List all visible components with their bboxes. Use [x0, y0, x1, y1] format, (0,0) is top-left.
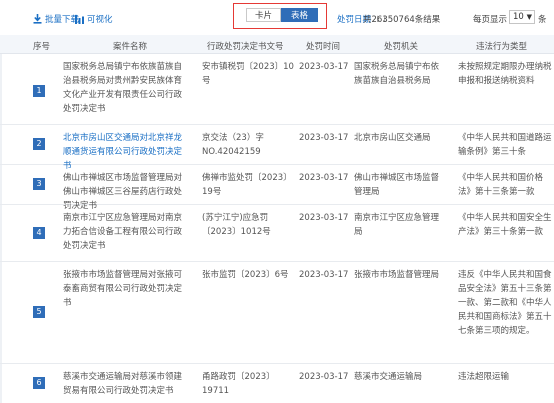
document-number: 佛禅市监处罚〔2023〕19号 [202, 173, 292, 197]
penalty-date: 2023-03-17 [299, 133, 349, 143]
violation-type: 《中华人民共和国安全生产法》第三十条第一款 [458, 213, 552, 237]
violation-type: 《中华人民共和国道路运输条例》第三十条 [458, 133, 552, 157]
row-number: 5 [33, 306, 45, 318]
batch-download-label: 批量下载 [45, 15, 80, 25]
per-page-select[interactable]: 10 ▼ [509, 10, 535, 24]
per-page-unit: 条 [538, 15, 547, 25]
table-row[interactable]: 2 北京市房山区交通局对北京祥龙顺通货运有限公司行政处罚决定书 京交法（23）字… [0, 125, 554, 171]
header-type: 违法行为类型 [476, 42, 528, 52]
header-title: 案件名称 [113, 42, 148, 52]
table-row[interactable]: 3 佛山市禅城区市场监督管理局对佛山市禅城区三谷屋药店行政处罚决定书 佛禅市监处… [0, 165, 554, 211]
bar-chart-icon [75, 14, 84, 24]
penalty-authority: 国家税务总局镇宁布依族苗族自治县税务局 [354, 62, 440, 86]
document-number: 张市监罚〔2023〕6号 [202, 270, 289, 280]
batch-download-button[interactable]: 批量下载 [33, 13, 79, 25]
case-title[interactable]: 张掖市市场监督管理局对张掖可泰畜商贸有限公司行政处罚决定书 [63, 268, 190, 310]
card-view-button[interactable]: 卡片 [246, 8, 281, 22]
row-number: 2 [33, 138, 45, 150]
penalty-date: 2023-03-17 [299, 62, 349, 72]
penalty-authority: 北京市房山区交通局 [354, 133, 431, 143]
penalty-authority: 南京市江宁区应急管理局 [354, 213, 440, 237]
table-header: 序号 案件名称 行政处罚决定书文号 处罚时间 处罚机关 违法行为类型 [0, 35, 554, 54]
violation-type: 未按照规定期限办理纳税申报和报送纳税资料 [458, 62, 552, 86]
table-row[interactable]: 5 张掖市市场监督管理局对张掖可泰畜商贸有限公司行政处罚决定书 张市监罚〔202… [0, 262, 554, 364]
header-doc: 行政处罚决定书文号 [207, 42, 284, 52]
penalty-authority: 佛山市禅城区市场监督管理局 [354, 173, 440, 197]
header-num: 序号 [33, 42, 51, 52]
row-number: 4 [33, 227, 45, 239]
header-org: 处罚机关 [384, 42, 419, 52]
penalty-date: 2023-03-17 [299, 372, 349, 382]
penalty-date: 2023-03-17 [299, 270, 349, 280]
table-row[interactable]: 6 慈溪市交通运输局对慈溪市领建贸易有限公司行政处罚决定书 甬路政罚〔2023〕… [0, 364, 554, 403]
toolbar: 批量下载 可视化 卡片 表格 处罚日期 ⇂⇃ 共26350764条结果 每页显示 … [0, 0, 554, 34]
per-page-value: 10 [513, 12, 524, 22]
violation-type: 《中华人民共和国价格法》第十三条第一款 [458, 173, 544, 197]
table-view-button[interactable]: 表格 [281, 8, 318, 22]
visualize-button[interactable]: 可视化 [75, 13, 113, 25]
table-row[interactable]: 4 南京市江宁区应急管理局对南京力拓合信设备工程有限公司行政处罚决定书 (苏宁江… [0, 205, 554, 262]
penalty-date: 2023-03-17 [299, 213, 349, 223]
download-icon [33, 14, 42, 24]
violation-type: 违反《中华人民共和国食品安全法》第五十三条第一款、第二款和《中华人民共和国商标法… [458, 270, 552, 336]
row-number: 6 [33, 377, 45, 389]
chevron-down-icon: ▼ [526, 13, 532, 21]
row-number: 1 [33, 85, 45, 97]
document-number: 安市镇税罚〔2023〕10号 [202, 62, 294, 86]
document-number: 京交法（23）字NO.42042159 [202, 133, 264, 157]
header-date: 处罚时间 [306, 42, 341, 52]
penalty-authority: 张掖市市场监督管理局 [354, 270, 440, 280]
document-number: 甬路政罚〔2023〕19711 [202, 372, 275, 396]
document-number: (苏宁江宁)应急罚〔2023〕1012号 [202, 213, 271, 237]
case-title[interactable]: 南京市江宁区应急管理局对南京力拓合信设备工程有限公司行政处罚决定书 [63, 211, 190, 253]
per-page-label: 每页显示 [473, 15, 508, 25]
row-number: 3 [33, 178, 45, 190]
case-title[interactable]: 慈溪市交通运输局对慈溪市领建贸易有限公司行政处罚决定书 [63, 370, 190, 398]
table-row[interactable]: 1 国家税务总局镇宁布依族苗族自治县税务局对贵州黔安民族体育文化产业开发有限责任… [0, 54, 554, 125]
case-title[interactable]: 国家税务总局镇宁布依族苗族自治县税务局对贵州黔安民族体育文化产业开发有限责任公司… [63, 60, 190, 116]
visualize-label: 可视化 [87, 15, 113, 25]
violation-type: 违法超限运输 [458, 372, 510, 382]
penalty-authority: 慈溪市交通运输局 [354, 372, 423, 382]
penalty-date: 2023-03-17 [299, 173, 349, 183]
result-count: 共26350764条结果 [363, 15, 441, 25]
